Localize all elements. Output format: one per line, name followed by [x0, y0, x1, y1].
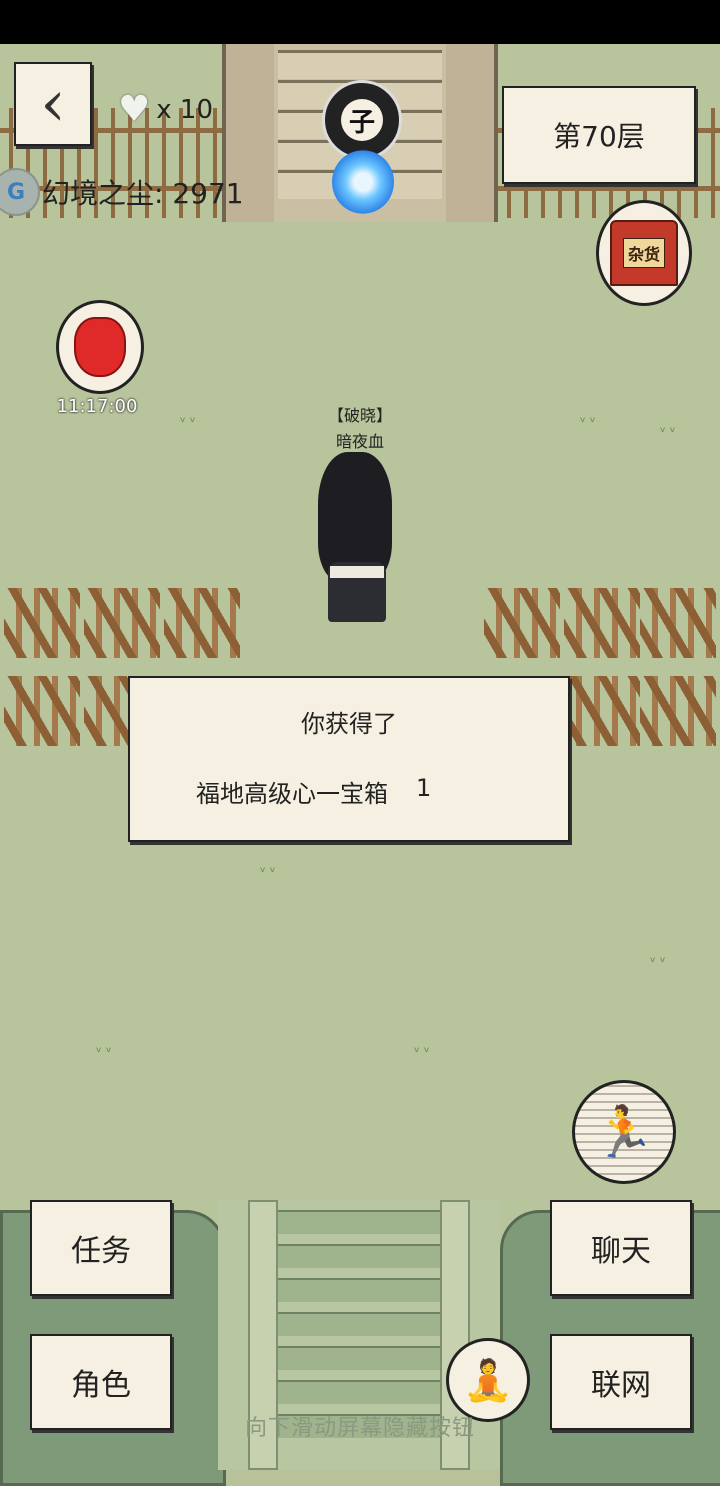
meditating-figure-icon: 🧘 — [463, 1357, 513, 1404]
grass-tuft: ᵥᵥ — [180, 410, 200, 426]
barricade — [84, 588, 160, 658]
barricade — [4, 588, 80, 658]
reward-item-name: 福地高级心一宝箱 — [196, 780, 388, 808]
run-button[interactable]: 🏃 — [572, 1080, 676, 1184]
grass-tuft: ᵥᵥ — [414, 1040, 434, 1056]
barricade — [484, 588, 560, 658]
player-character — [308, 452, 404, 628]
barricade — [564, 588, 640, 658]
barricade — [4, 676, 80, 746]
grass-tuft: ᵥᵥ — [660, 420, 680, 436]
dialog-title: 你获得了 — [301, 710, 397, 738]
red-bag-icon — [74, 317, 126, 377]
shop-label: 杂货 — [622, 238, 665, 268]
dust-label: 幻境之尘: 2971 — [42, 177, 244, 210]
bag-timer: 11:17:00 — [56, 396, 138, 417]
portal-icon[interactable] — [332, 150, 394, 214]
reward-item-count: 1 — [416, 774, 432, 802]
red-bag-button[interactable] — [56, 300, 144, 394]
barricade — [564, 676, 640, 746]
hearts-count: x 10 — [156, 95, 214, 125]
shop-button[interactable]: 杂货 — [596, 200, 692, 306]
heart-icon: ♥ — [118, 89, 151, 130]
zi-character: 子 — [341, 99, 383, 141]
barricade — [640, 588, 716, 658]
dust-currency-icon: G — [0, 168, 40, 216]
back-arrow-icon: ‹ — [40, 67, 66, 141]
back-button[interactable]: ‹ — [14, 62, 92, 146]
grass-tuft: ᵥᵥ — [260, 860, 280, 876]
top-status-bar — [0, 0, 720, 44]
swipe-hint: 向下滑动屏幕隐藏按钮 — [244, 1416, 475, 1441]
player-title: 【破晓】 — [327, 406, 392, 425]
barricade — [640, 676, 716, 746]
grass-tuft: ᵥᵥ — [650, 950, 670, 966]
zi-badge-icon[interactable]: 子 — [322, 80, 402, 160]
barricade — [164, 588, 240, 658]
hearts-counter: ♥ x 10 — [118, 92, 213, 128]
grass-tuft: ᵥᵥ — [580, 410, 600, 426]
running-figure-icon: 🏃 — [592, 1102, 656, 1161]
floor-indicator[interactable]: 第70层 — [502, 86, 696, 184]
player-name: 暗夜血 — [335, 432, 384, 451]
grass-tuft: ᵥᵥ — [96, 1040, 116, 1056]
dust-counter: G 幻境之尘: 2971 — [0, 168, 244, 216]
task-button[interactable]: 任务 — [30, 1200, 172, 1296]
chat-button[interactable]: 聊天 — [550, 1200, 692, 1296]
reward-dialog[interactable]: 你获得了 福地高级心一宝箱 1 — [128, 676, 570, 842]
shop-icon: 杂货 — [610, 220, 678, 286]
